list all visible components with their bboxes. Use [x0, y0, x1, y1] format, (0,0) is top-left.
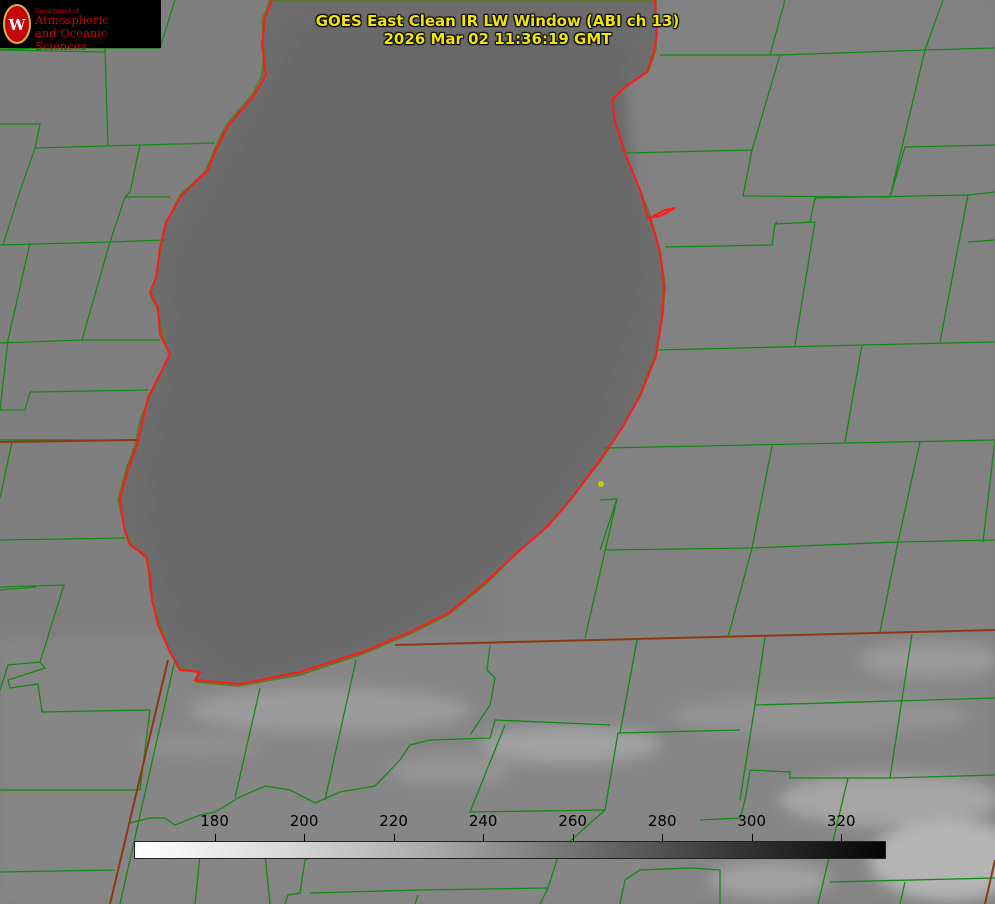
colorbar-tick-label: 260 [558, 812, 587, 830]
colorbar-tick-label: 300 [737, 812, 767, 830]
colorbar [134, 841, 886, 859]
colorbar-tick-mark [662, 834, 664, 841]
location-marker [598, 481, 604, 487]
colorbar-tick-mark [304, 834, 306, 841]
colorbar-tick-mark [214, 834, 216, 841]
satellite-map [0, 0, 995, 904]
colorbar-tick-label: 280 [647, 812, 677, 830]
colorbar-tick-mark [841, 834, 843, 841]
colorbar-tick-mark [393, 834, 395, 841]
colorbar-tick-mark [483, 834, 485, 841]
image-timestamp: 2026 Mar 02 11:36:19 GMT [383, 30, 612, 48]
image-title: GOES East Clean IR LW Window (ABI ch 13) [315, 12, 680, 30]
colorbar-tick-label: 240 [468, 812, 498, 830]
colorbar-tick-label: 220 [379, 812, 408, 830]
colorbar-tick-label: 320 [826, 812, 856, 830]
colorbar-tick-label: 200 [289, 812, 319, 830]
colorbar-tick-label: 180 [200, 812, 229, 830]
colorbar-tick-mark [751, 834, 753, 841]
colorbar-tick-mark [572, 834, 574, 841]
